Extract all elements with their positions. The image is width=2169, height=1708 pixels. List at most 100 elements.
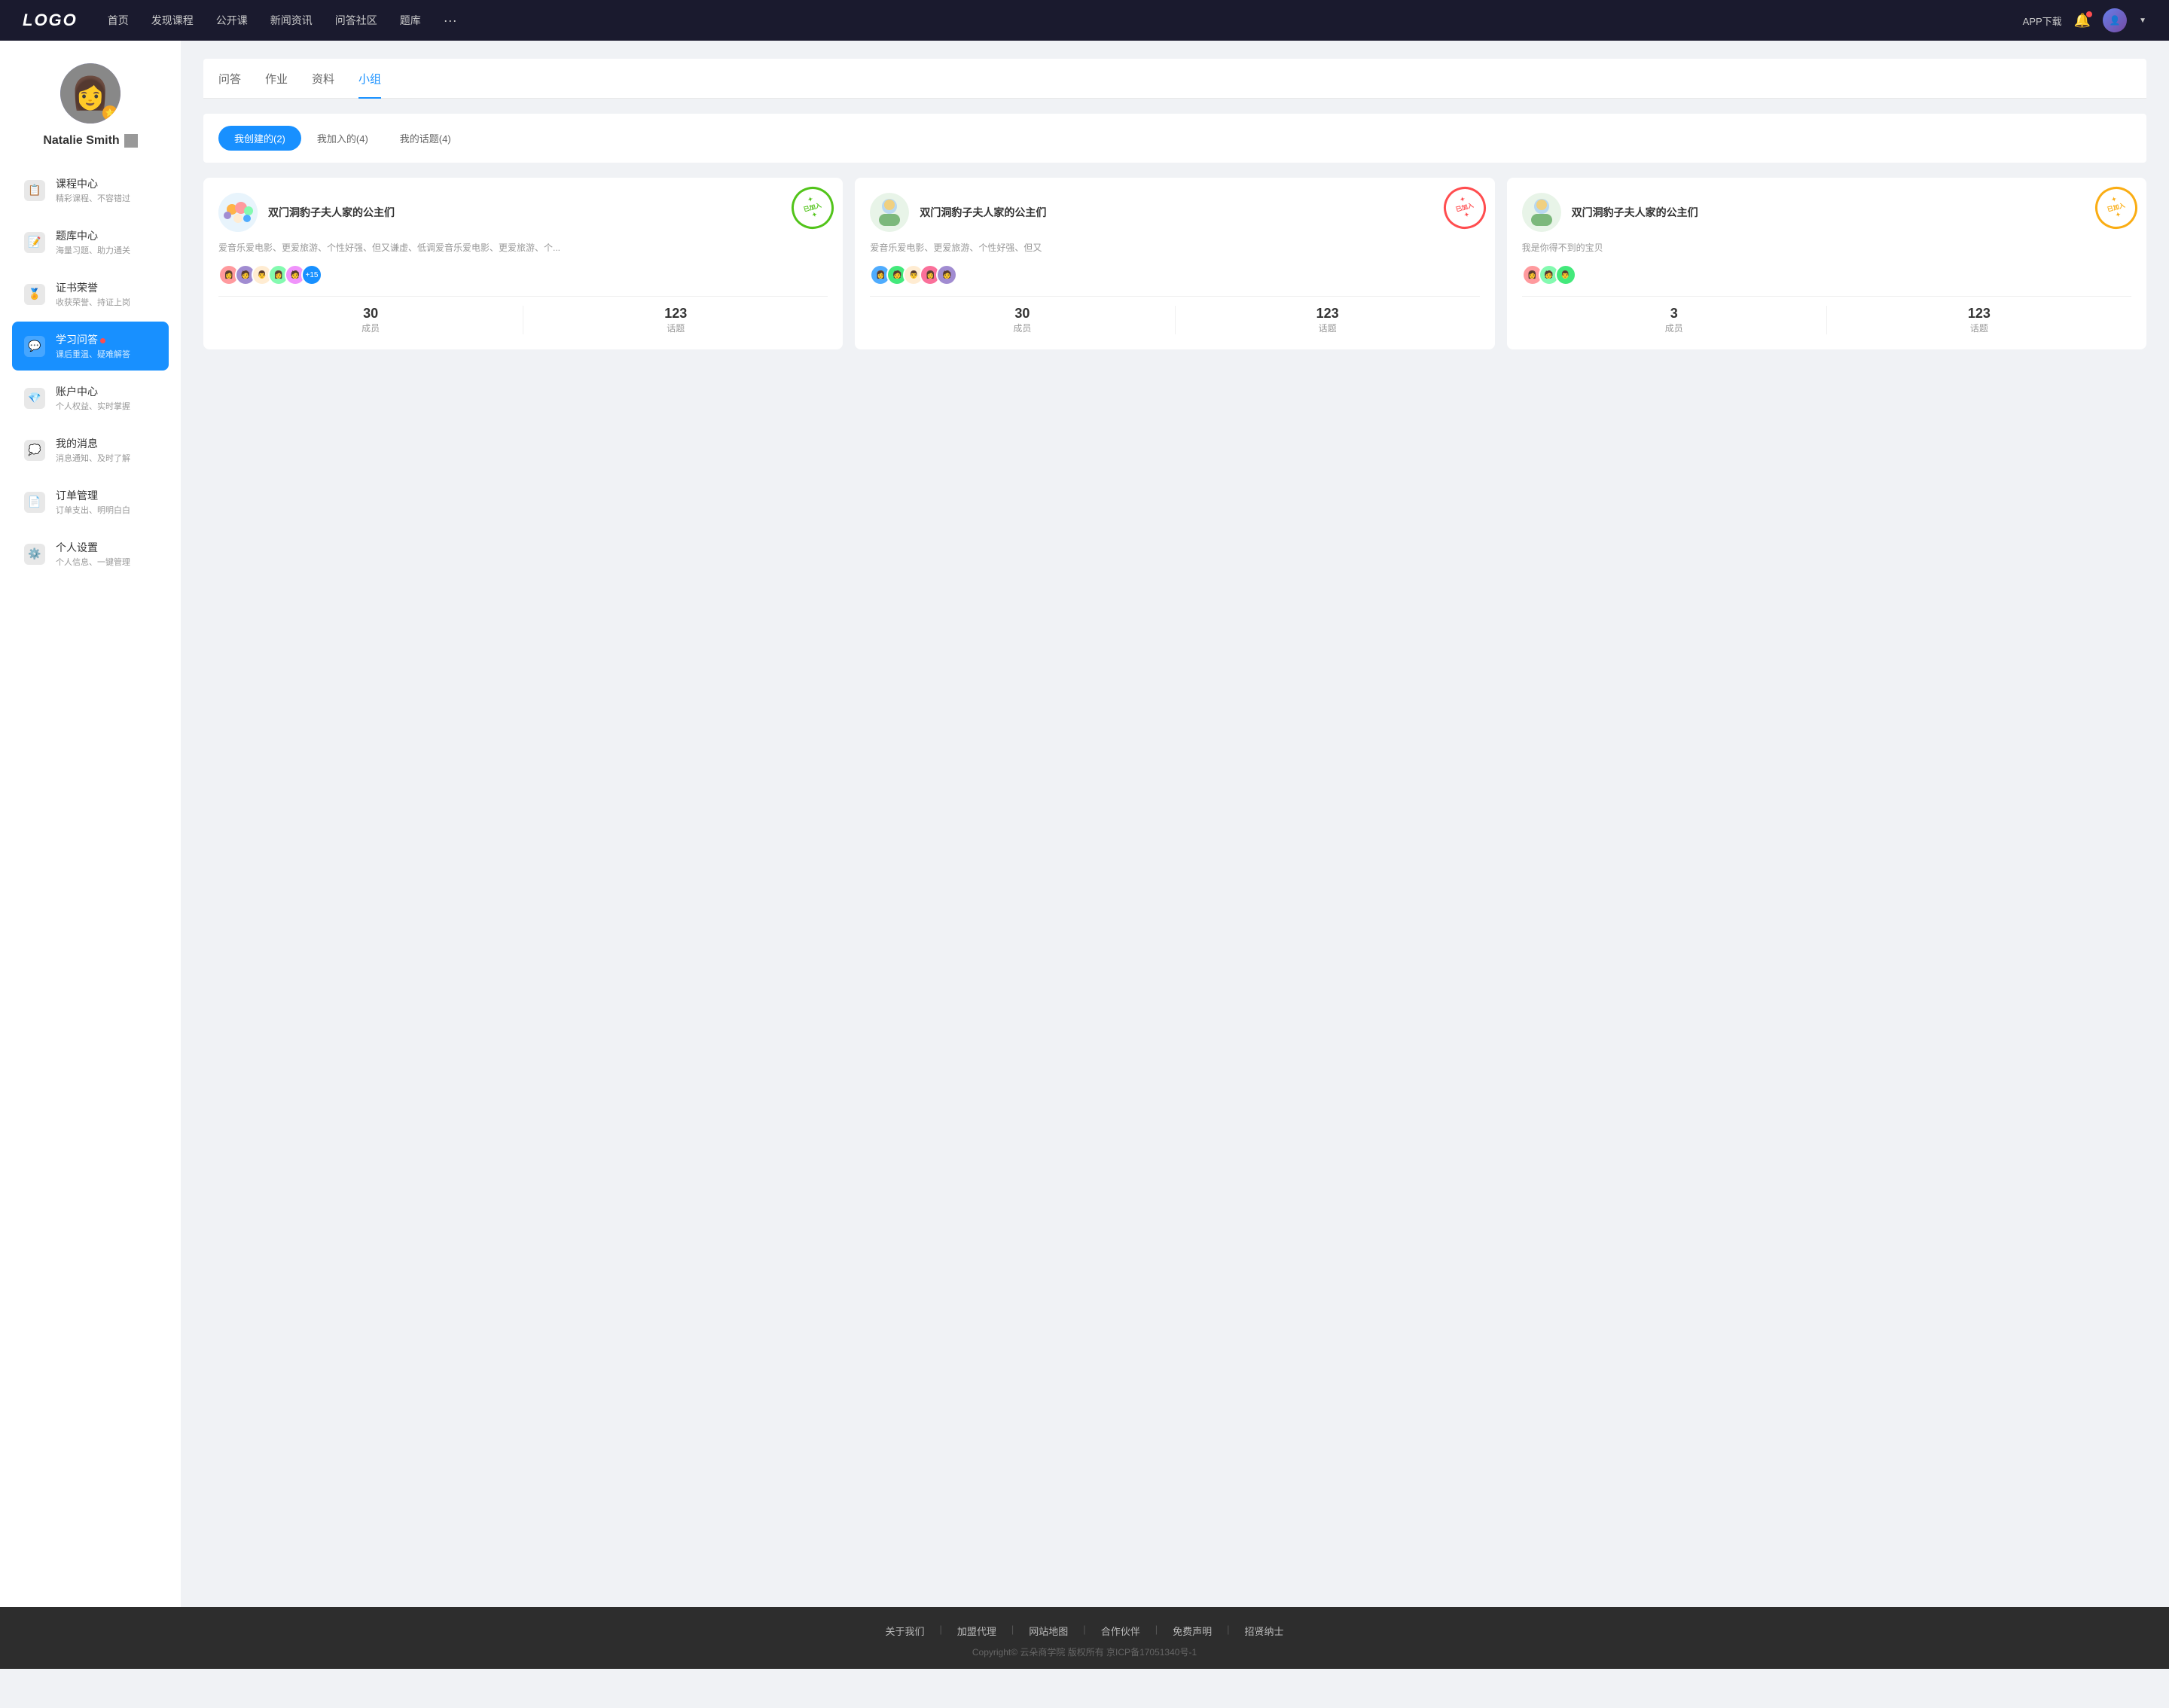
stat-members-0: 30 成员	[218, 306, 523, 334]
sub-tabs: 我创建的(2) 我加入的(4) 我的话题(4)	[203, 114, 2146, 163]
certificate-icon: 🏅	[24, 284, 45, 305]
group-card-2[interactable]: 双门洞豹子夫人家的公主们 ✦已加入✦ 我是你得不到的宝贝 👩 🧑 👨 3 成员	[1507, 178, 2146, 349]
qa-title: 学习问答	[56, 332, 130, 347]
group-members-2: 👩 🧑 👨	[1522, 264, 2131, 285]
sidebar-item-order[interactable]: 📄 订单管理 订单支出、明明白白	[12, 477, 169, 526]
group-title-1: 双门洞豹子夫人家的公主们	[920, 205, 1479, 220]
group-avatar-2	[1522, 193, 1561, 232]
stat-members-label-1: 成员	[870, 322, 1174, 334]
qa-icon: 💬	[24, 336, 45, 357]
nav-qa[interactable]: 问答社区	[335, 13, 377, 28]
settings-text: 个人设置 个人信息、一键管理	[56, 540, 130, 568]
nav-home[interactable]: 首页	[108, 13, 129, 28]
user-avatar-sidebar[interactable]: 👩 ⭐	[60, 63, 120, 124]
sidebar-item-certificate[interactable]: 🏅 证书荣誉 收获荣誉、持证上岗	[12, 270, 169, 319]
stat-topics-value-2: 123	[1827, 306, 2131, 322]
footer-sitemap[interactable]: 网站地图	[1029, 1624, 1068, 1638]
sub-tab-created[interactable]: 我创建的(2)	[218, 126, 301, 151]
sidebar-item-settings[interactable]: ⚙️ 个人设置 个人信息、一键管理	[12, 529, 169, 578]
nav-news[interactable]: 新闻资讯	[270, 13, 313, 28]
group-members-0: 👩 🧑 👨 👩 🧑 +15	[218, 264, 828, 285]
group-stamp-0: ✦已加入✦	[787, 182, 839, 234]
account-text: 账户中心 个人权益、实时掌握	[56, 384, 130, 412]
main-nav: 首页 发现课程 公开课 新闻资讯 问答社区 题库 ···	[108, 13, 2023, 29]
account-title: 账户中心	[56, 384, 130, 399]
sidebar-item-account[interactable]: 💎 账户中心 个人权益、实时掌握	[12, 374, 169, 422]
stat-topics-value-0: 123	[523, 306, 828, 322]
sidebar-item-qa[interactable]: 💬 学习问答 课后重温、疑难解答	[12, 322, 169, 371]
tab-homework[interactable]: 作业	[265, 59, 288, 99]
message-icon: 💭	[24, 440, 45, 461]
group-desc-0: 爱音乐爱电影、更爱旅游、个性好强、但又谦虚、低调爱音乐爱电影、更爱旅游、个...	[218, 241, 828, 255]
group-stamp-1: ✦已加入✦	[1438, 182, 1490, 234]
group-desc-2: 我是你得不到的宝贝	[1522, 241, 2131, 255]
tab-materials[interactable]: 资料	[312, 59, 334, 99]
message-text: 我的消息 消息通知、及时了解	[56, 436, 130, 464]
footer-disclaimer[interactable]: 免费声明	[1173, 1624, 1212, 1638]
qa-badge	[100, 338, 105, 343]
footer-jobs[interactable]: 招贤纳士	[1245, 1624, 1284, 1638]
group-title-0: 双门洞豹子夫人家的公主们	[268, 205, 828, 220]
group-stats-2: 3 成员 123 话题	[1522, 296, 2131, 334]
order-sub: 订单支出、明明白白	[56, 504, 130, 516]
member-more: +15	[301, 264, 322, 285]
message-sub: 消息通知、及时了解	[56, 452, 130, 464]
question-bank-sub: 海量习题、助力通关	[56, 244, 130, 256]
group-stats-0: 30 成员 123 话题	[218, 296, 828, 334]
group-avatar-1	[870, 193, 909, 232]
group-card-0[interactable]: 双门洞豹子夫人家的公主们 ✦已加入✦ 爱音乐爱电影、更爱旅游、个性好强、但又谦虚…	[203, 178, 843, 349]
group-title-2: 双门洞豹子夫人家的公主们	[1572, 205, 2131, 220]
footer-links: 关于我们 | 加盟代理 | 网站地图 | 合作伙伴 | 免费声明 | 招贤纳士	[0, 1624, 2169, 1638]
user-dropdown-icon[interactable]: ▼	[2139, 17, 2146, 25]
stat-members-value-0: 30	[218, 306, 523, 322]
app-download-button[interactable]: APP下载	[2023, 14, 2062, 28]
stat-topics-label-1: 话题	[1176, 322, 1480, 334]
question-bank-icon: 📝	[24, 232, 45, 253]
nav-open-course[interactable]: 公开课	[216, 13, 248, 28]
tab-groups[interactable]: 小组	[358, 59, 381, 99]
qr-code-button[interactable]	[124, 134, 138, 148]
footer-franchise[interactable]: 加盟代理	[957, 1624, 996, 1638]
group-stats-1: 30 成员 123 话题	[870, 296, 1479, 334]
member-avatar: 👨	[1555, 264, 1576, 285]
account-sub: 个人权益、实时掌握	[56, 400, 130, 412]
notification-dot	[2086, 11, 2092, 17]
stat-members-label-2: 成员	[1522, 322, 1826, 334]
sidebar-menu: 📋 课程中心 精彩课程、不容错过 📝 题库中心 海量习题、助力通关 🏅 证书荣誉…	[0, 166, 181, 581]
question-bank-title: 题库中心	[56, 228, 130, 243]
order-icon: 📄	[24, 492, 45, 513]
qa-text: 学习问答 课后重温、疑难解答	[56, 332, 130, 360]
group-desc-1: 爱音乐爱电影、更爱旅游、个性好强、但又	[870, 241, 1479, 255]
nav-more[interactable]: ···	[444, 13, 457, 29]
group-header-0: 双门洞豹子夫人家的公主们 ✦已加入✦	[218, 193, 828, 232]
group-card-1[interactable]: 双门洞豹子夫人家的公主们 ✦已加入✦ 爱音乐爱电影、更爱旅游、个性好强、但又 👩…	[855, 178, 1494, 349]
stat-topics-2: 123 话题	[1827, 306, 2131, 334]
stat-members-label-0: 成员	[218, 322, 523, 334]
sidebar-item-course-center[interactable]: 📋 课程中心 精彩课程、不容错过	[12, 166, 169, 215]
group-avatar-0	[218, 193, 258, 232]
avatar-icon: 👤	[2110, 15, 2121, 26]
user-avatar-header[interactable]: 👤	[2103, 8, 2127, 32]
course-center-title: 课程中心	[56, 176, 130, 191]
logo: LOGO	[23, 11, 78, 30]
footer-about[interactable]: 关于我们	[885, 1624, 924, 1638]
stat-topics-0: 123 话题	[523, 306, 828, 334]
sidebar-item-question-bank[interactable]: 📝 题库中心 海量习题、助力通关	[12, 218, 169, 267]
group-stamp-2: ✦已加入✦	[2091, 182, 2143, 234]
sidebar-item-message[interactable]: 💭 我的消息 消息通知、及时了解	[12, 425, 169, 474]
stat-members-2: 3 成员	[1522, 306, 1826, 334]
nav-question-bank[interactable]: 题库	[400, 13, 421, 28]
group-members-1: 👩 🧑 👨 👩 🧑	[870, 264, 1479, 285]
sub-tab-joined[interactable]: 我加入的(4)	[301, 126, 384, 151]
tab-qa[interactable]: 问答	[218, 59, 241, 99]
footer-partner[interactable]: 合作伙伴	[1101, 1624, 1140, 1638]
notification-bell[interactable]: 🔔	[2074, 13, 2091, 29]
settings-title: 个人设置	[56, 540, 130, 555]
order-title: 订单管理	[56, 488, 130, 503]
username-row: Natalie Smith	[43, 134, 137, 148]
qa-sub: 课后重温、疑难解答	[56, 348, 130, 360]
nav-discover[interactable]: 发现课程	[151, 13, 194, 28]
sub-tab-topics[interactable]: 我的话题(4)	[384, 126, 467, 151]
question-bank-text: 题库中心 海量习题、助力通关	[56, 228, 130, 256]
stat-members-value-1: 30	[870, 306, 1174, 322]
